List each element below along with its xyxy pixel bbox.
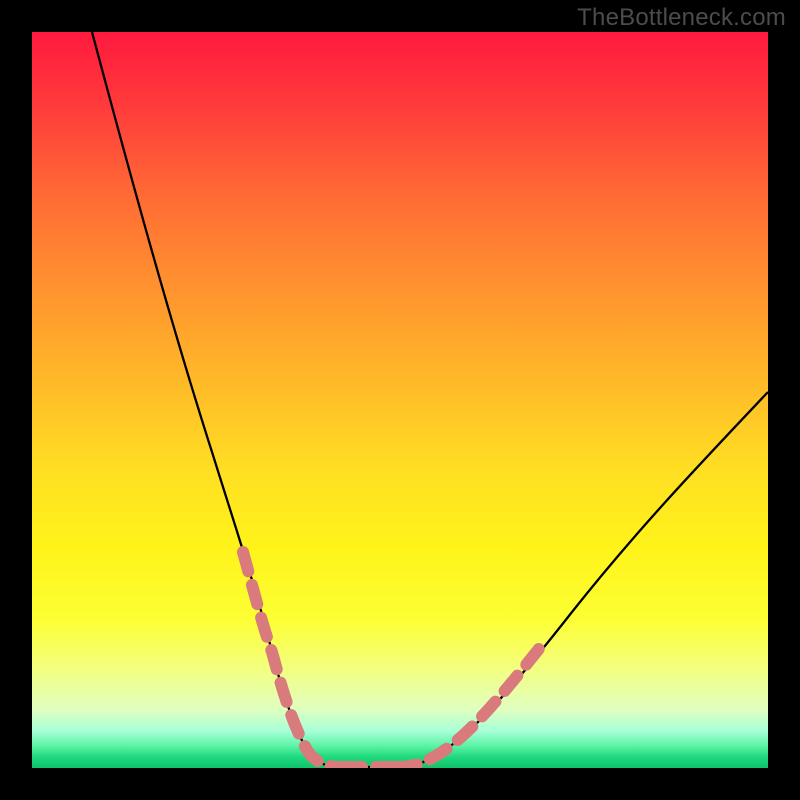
marker-dashes-left	[243, 552, 342, 767]
plot-area	[32, 32, 768, 768]
bottleneck-curve	[92, 32, 768, 767]
bottleneck-curve-svg	[32, 32, 768, 768]
marker-dashes-right	[397, 640, 546, 767]
chart-frame: TheBottleneck.com	[0, 0, 800, 800]
watermark-text: TheBottleneck.com	[577, 4, 786, 32]
